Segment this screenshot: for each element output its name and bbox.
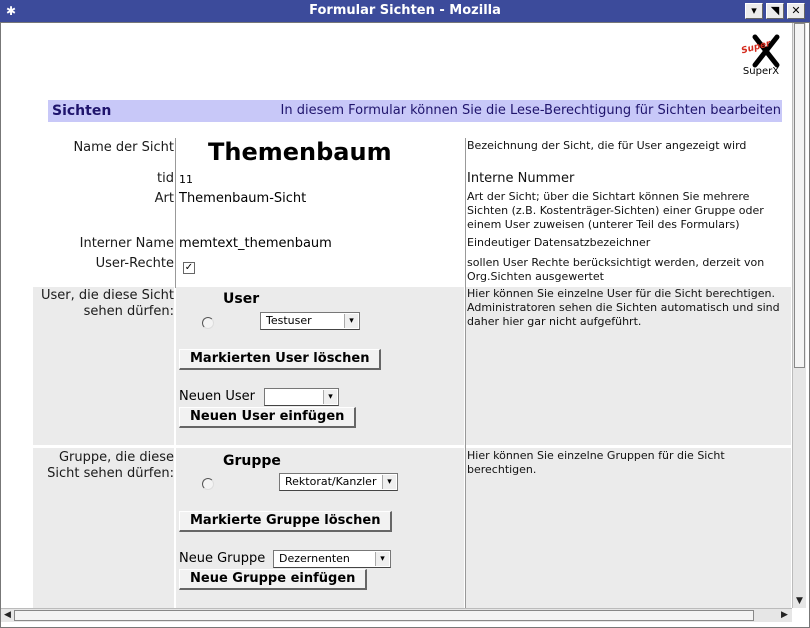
minimize-icon[interactable]: ▾ (745, 3, 763, 19)
internal-name-description: Eindeutiger Datensatzbezeichner (467, 236, 651, 249)
name-value: Themenbaum (208, 138, 392, 166)
page-title: Sichten (52, 103, 112, 119)
column-divider (175, 138, 176, 288)
art-description: Art der Sicht; über die Sichtart können … (467, 190, 764, 231)
groups-description: Hier können Sie einzelne Gruppen für die… (467, 449, 725, 476)
internal-name-label: Interner Name (79, 236, 174, 251)
add-group-button[interactable]: Neue Gruppe einfügen (179, 569, 368, 590)
delete-user-button[interactable]: Markierten User löschen (179, 349, 382, 370)
user-rights-description: sollen User Rechte berücksichtigt werden… (467, 256, 765, 283)
scroll-right-icon[interactable]: ▶ (778, 609, 791, 622)
vertical-scroll-thumb[interactable] (794, 23, 805, 368)
chevron-down-icon: ▾ (344, 314, 358, 328)
user-radio[interactable] (202, 317, 214, 329)
delete-group-button[interactable]: Markierte Gruppe löschen (179, 511, 393, 532)
users-label-line2: sehen dürfen: (83, 304, 174, 319)
scroll-down-icon[interactable]: ▼ (793, 594, 806, 608)
window-titlebar: ✱ Formular Sichten - Mozilla ▾ ◥ ✕ (0, 0, 810, 22)
tid-description: Interne Nummer (467, 171, 575, 186)
name-label: Name der Sicht (73, 140, 174, 155)
new-user-select[interactable]: ▾ (264, 388, 339, 406)
tid-value: 11 (179, 173, 193, 186)
user-select-value: Testuser (266, 314, 312, 327)
new-group-select-value: Dezernenten (279, 552, 350, 565)
close-icon[interactable]: ✕ (787, 3, 805, 19)
groups-label-line1: Gruppe, die diese (58, 450, 174, 465)
horizontal-scrollbar[interactable]: ◀ ▶ (1, 608, 792, 622)
groups-heading: Gruppe (223, 453, 281, 469)
user-rights-label: User-Rechte (95, 256, 174, 271)
users-label-line1: User, die diese Sicht (40, 288, 174, 303)
horizontal-scroll-thumb[interactable] (14, 610, 754, 621)
page-subtitle: In diesem Formular können Sie die Lese-B… (280, 103, 782, 118)
new-group-select[interactable]: Dezernenten ▾ (273, 550, 391, 568)
chevron-down-icon: ▾ (382, 475, 396, 489)
section-header: Sichten In diesem Formular können Sie di… (48, 100, 782, 122)
art-value: Themenbaum-Sicht (179, 191, 307, 206)
maximize-icon[interactable]: ◥ (766, 3, 784, 19)
groups-label-line2: Sicht sehen dürfen: (47, 466, 174, 481)
group-radio[interactable] (202, 478, 214, 490)
logo-label: SuperX (742, 66, 780, 77)
scroll-left-icon[interactable]: ◀ (1, 609, 14, 622)
internal-name-value: memtext_themenbaum (179, 236, 332, 251)
users-description: Hier können Sie einzelne User für die Si… (467, 287, 780, 328)
art-label: Art (154, 191, 174, 206)
page-content: Super SuperX Sichten In diesem Formular … (6, 23, 791, 608)
browser-viewport: Super SuperX Sichten In diesem Formular … (0, 22, 810, 628)
add-user-button[interactable]: Neuen User einfügen (179, 407, 357, 428)
vertical-scrollbar[interactable]: ▼ (792, 23, 806, 608)
chevron-down-icon: ▾ (375, 552, 389, 566)
users-heading: User (223, 291, 260, 307)
tid-label: tid (157, 171, 174, 186)
name-description: Bezeichnung der Sicht, die für User ange… (467, 139, 747, 152)
group-select-value: Rektorat/Kanzler (285, 475, 377, 488)
user-select[interactable]: Testuser ▾ (260, 312, 360, 330)
new-group-label: Neue Gruppe (179, 551, 266, 566)
group-select[interactable]: Rektorat/Kanzler ▾ (279, 473, 398, 491)
new-user-label: Neuen User (179, 389, 255, 404)
window-title: Formular Sichten - Mozilla (309, 3, 501, 18)
user-rights-checkbox[interactable]: ✓ (183, 262, 195, 274)
chevron-down-icon: ▾ (323, 390, 337, 404)
